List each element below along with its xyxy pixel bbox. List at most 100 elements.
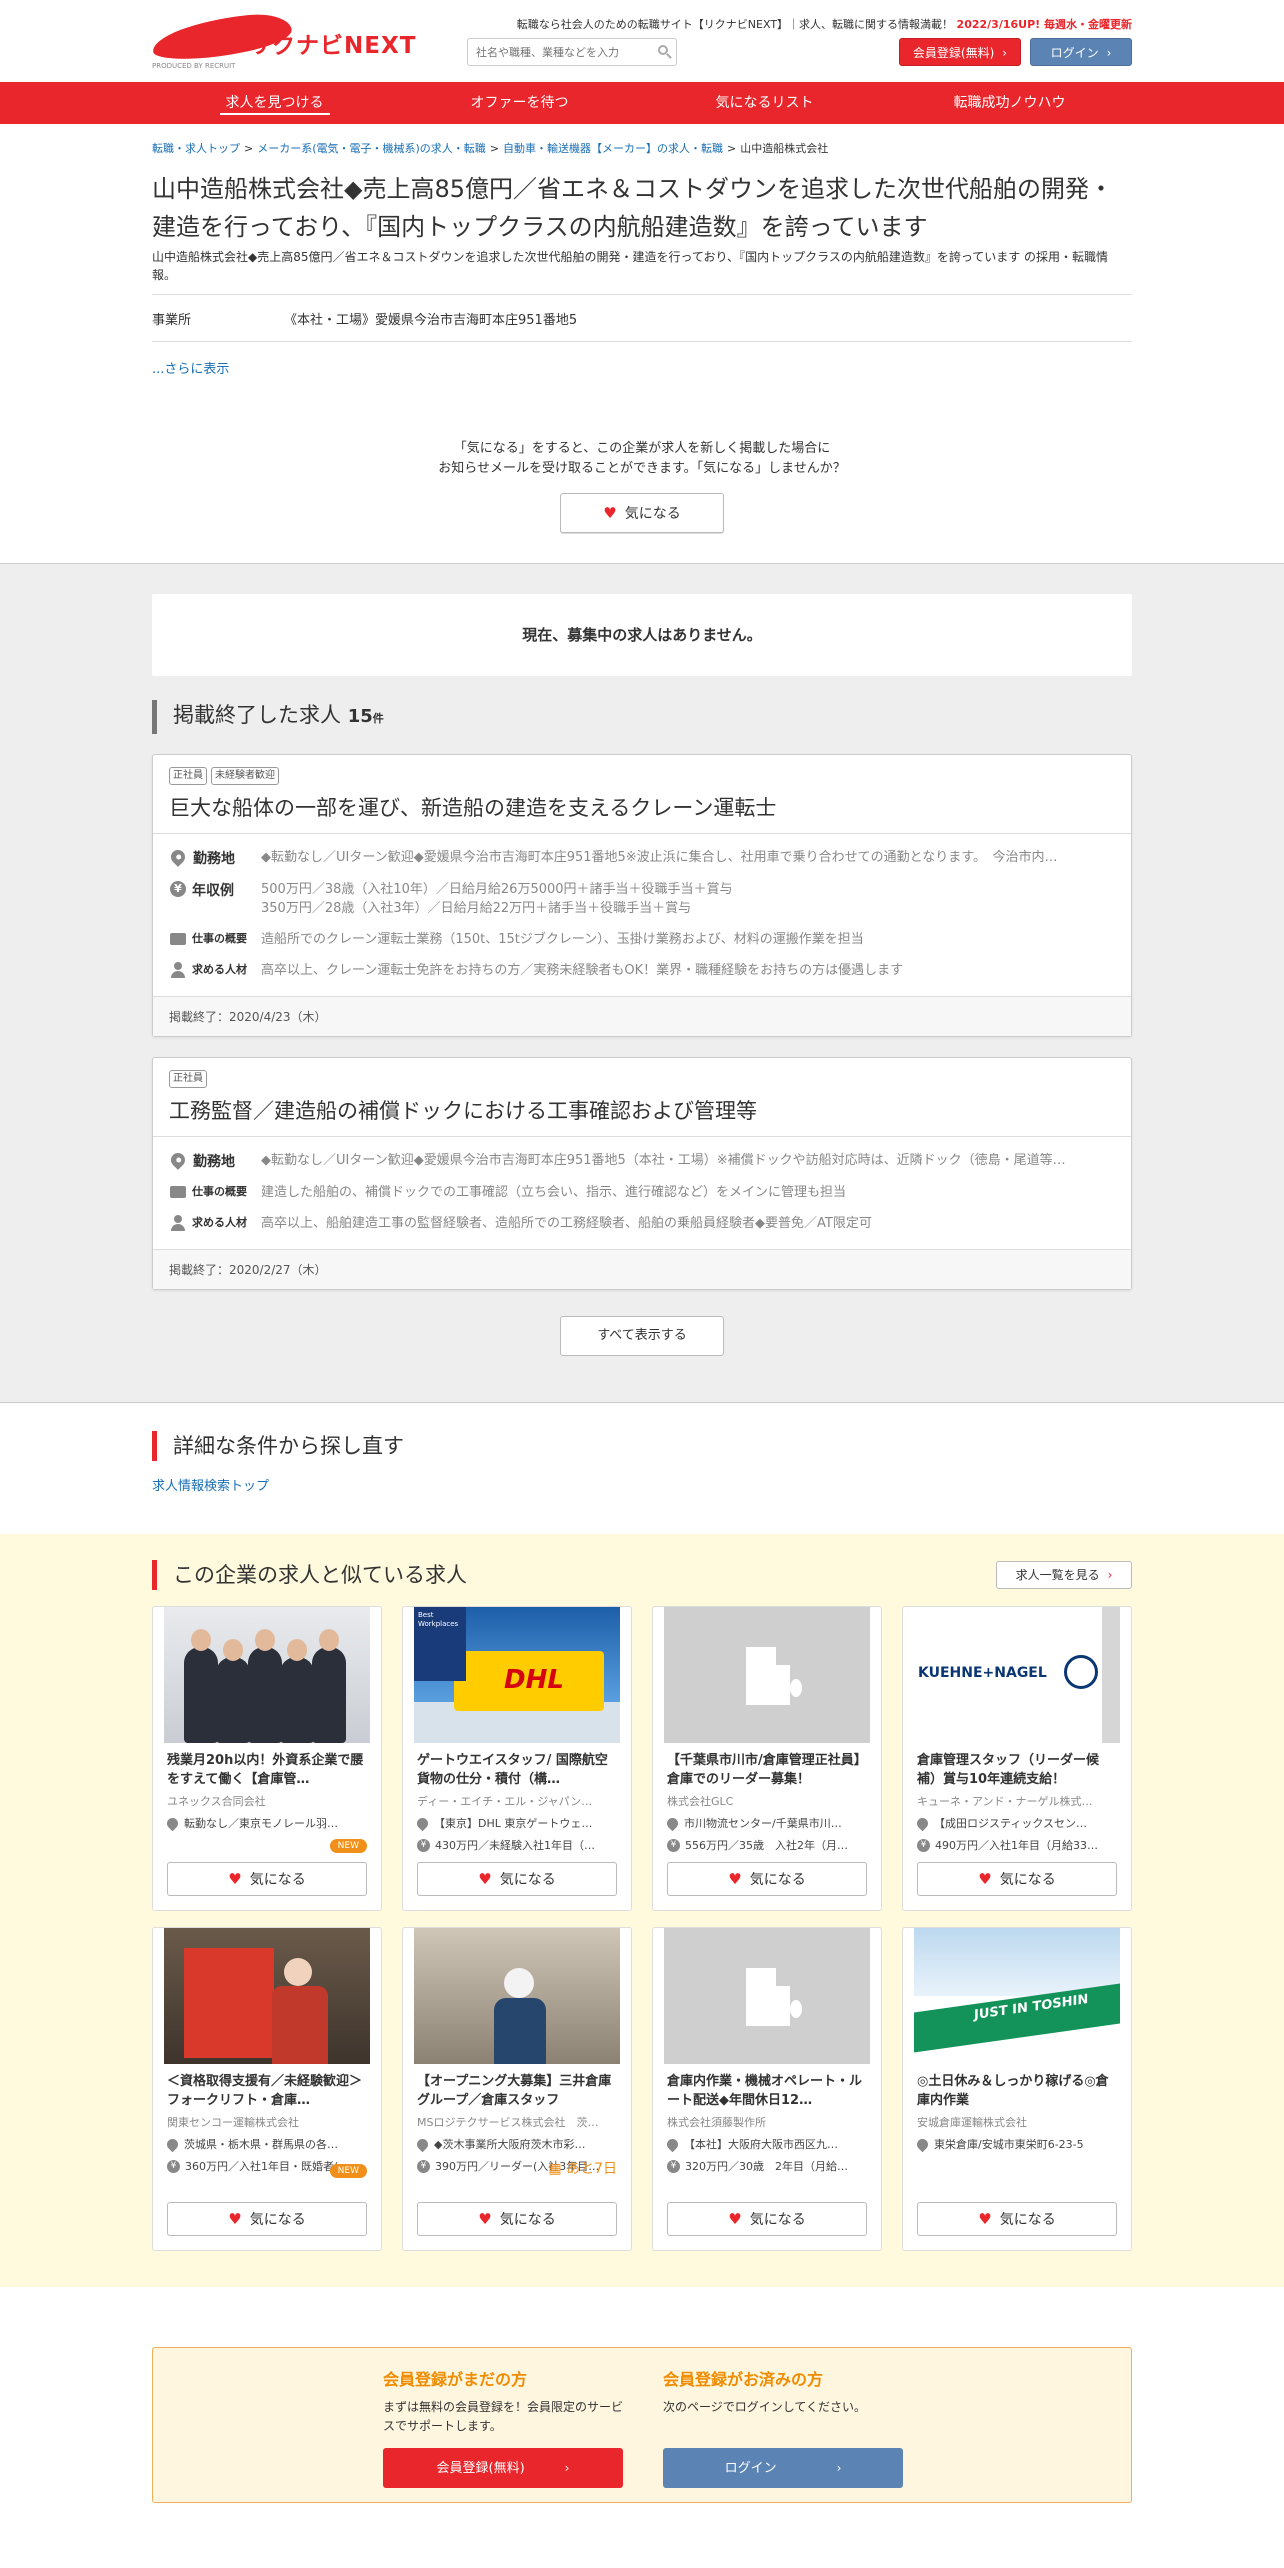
tagline-text: 転職なら社会人のための転職サイト【リクナビNEXT】｜求人、転職に関する情報満載…: [516, 18, 954, 31]
similar-job-card[interactable]: 残業月20h以内！外資系企業で腰をすえて働く【倉庫管… ユネックス合同会社 転勤なし…: [152, 1606, 382, 1911]
job-salary: 500万円／38歳（入社10年）／日給月給26万5000円＋諸手当＋役職手当＋賞…: [261, 882, 733, 897]
breadcrumb-link[interactable]: メーカー系(電気・電子・機械系)の求人・転職: [257, 142, 486, 155]
ended-job-card[interactable]: 正社員 未経験者歓迎 巨大な船体の一部を運び、新造船の建造を支えるクレーン運転士 …: [152, 754, 1132, 1037]
job-title[interactable]: 工務監督／建造船の補償ドックにおける工事確認および管理等: [169, 1096, 1115, 1126]
similar-job-title[interactable]: 【オープニング大募集】三井倉庫グループ／倉庫スタッフ: [403, 2072, 631, 2110]
ended-job-card[interactable]: 正社員 工務監督／建造船の補償ドックにおける工事確認および管理等 勤務地 ◆転勤な…: [152, 1057, 1132, 1290]
similar-job-card[interactable]: 【千葉県市川市/倉庫管理正社員】倉庫でのリーダー募集！ 株式会社GLC 市川物流セン…: [652, 1606, 882, 1911]
breadcrumb: 転職・求人トップ > メーカー系(電気・電子・機械系)の求人・転職 > 自動車・輸送機器…: [152, 142, 829, 155]
search-top-link[interactable]: 求人情報検索トップ: [152, 1475, 1132, 1494]
job-thumbnail[interactable]: DHL Best Workplaces: [414, 1607, 620, 1743]
favorite-job-button[interactable]: ♥ 気になる: [667, 2202, 867, 2236]
similar-job-salary: 490万円／入社1年目（月給33…: [935, 1839, 1098, 1852]
search-box: [467, 38, 677, 66]
nav-label: オファーを待つ: [470, 95, 569, 111]
similar-job-location: 市川物流センター/千葉県市川…: [684, 1817, 842, 1830]
job-tag: 正社員: [169, 1070, 207, 1088]
yen-icon: ¥: [917, 1838, 930, 1852]
similar-job-card[interactable]: JUST IN TOSHIN ◎土日休み＆しっかり稼げる◎倉庫内作業 安城倉庫運輸株…: [902, 1927, 1132, 2251]
nav-knowhow[interactable]: 転職成功ノウハウ: [887, 82, 1132, 124]
nav-find-jobs[interactable]: 求人を見つける: [152, 82, 397, 124]
favorite-company-button[interactable]: ♥ 気になる: [560, 493, 724, 533]
heart-icon: ♥: [978, 2210, 992, 2228]
search-input[interactable]: [468, 39, 648, 65]
similar-job-title[interactable]: 【千葉県市川市/倉庫管理正社員】倉庫でのリーダー募集！: [653, 1751, 881, 1789]
new-badge: NEW: [329, 2164, 367, 2178]
search-icon[interactable]: [658, 45, 668, 55]
similar-job-salary: 556万円／35歳 入社2年（月…: [685, 1839, 848, 1852]
show-all-button[interactable]: すべて表示する: [560, 1316, 724, 1356]
kuehne-nagel-logo-text: KUEHNE+NAGEL: [918, 1665, 1047, 1681]
favorite-label: 気になる: [249, 1872, 306, 1888]
job-list-label: 求人一覧を見る: [1015, 1568, 1100, 1582]
yen-icon: ¥: [667, 2159, 680, 2173]
breadcrumb-link[interactable]: 転職・求人トップ: [152, 142, 240, 155]
similar-job-title[interactable]: 倉庫内作業・機械オペレート・ルート配送◆年間休日12…: [653, 2072, 881, 2110]
job-thumbnail[interactable]: [664, 1928, 870, 2064]
favorite-job-button[interactable]: ♥ 気になる: [167, 2202, 367, 2236]
work-label: 仕事の概要: [192, 932, 247, 945]
similar-job-title[interactable]: 残業月20h以内！外資系企業で腰をすえて働く【倉庫管…: [153, 1751, 381, 1789]
similar-job-card[interactable]: 倉庫内作業・機械オペレート・ルート配送◆年間休日12… 株式会社須藤製作所 【本社】…: [652, 1927, 882, 2251]
similar-job-company: ディー・エイチ・エル・ジャパン…: [417, 1795, 593, 1808]
similar-jobs-grid: 残業月20h以内！外資系企業で腰をすえて働く【倉庫管… ユネックス合同会社 転勤なし…: [152, 1606, 1132, 2251]
favorite-job-button[interactable]: ♥ 気になる: [917, 1862, 1117, 1896]
similar-job-title[interactable]: 倉庫管理スタッフ（リーダー候補）賞与10年連続支給！: [903, 1751, 1131, 1789]
job-thumbnail[interactable]: [414, 1928, 620, 2064]
best-workplaces-badge: Best Workplaces: [418, 1611, 459, 1628]
similar-job-location: 東栄倉庫/安城市東栄町6-23-5: [934, 2138, 1084, 2151]
search-again-title: 詳細な条件から探し直す: [152, 1431, 1132, 1461]
job-work: 建造した船舶の、補償ドックでの工事確認（立ち会い、指示、進行確認など）をメインに…: [261, 1185, 847, 1200]
job-thumbnail[interactable]: JUST IN TOSHIN: [914, 1928, 1120, 2064]
job-thumbnail[interactable]: [164, 1928, 370, 2064]
heart-icon: ♥: [228, 2210, 242, 2228]
office-value: 《本社・工場》愛媛県今治市吉海町本庄951番地5: [284, 312, 578, 328]
ended-jobs-unit: 件: [372, 712, 384, 725]
register-button[interactable]: 会員登録(無料) ›: [899, 38, 1021, 66]
favorite-job-button[interactable]: ♥ 気になる: [417, 1862, 617, 1896]
office-label: 事業所: [152, 312, 192, 328]
similar-job-salary: 430万円／未経験入社1年目（…: [435, 1839, 595, 1852]
show-more-link[interactable]: ...さらに表示: [152, 358, 1132, 377]
location-pin-icon: [914, 1815, 931, 1831]
login-button[interactable]: ログイン ›: [1030, 38, 1132, 66]
favorite-job-button[interactable]: ♥ 気になる: [167, 1862, 367, 1896]
nav-label: 転職成功ノウハウ: [953, 95, 1066, 111]
similar-job-location: ◆茨木事業所大阪府茨木市彩…: [434, 2138, 586, 2151]
location-pin-icon: [914, 2136, 931, 2152]
job-thumbnail[interactable]: KUEHNE+NAGEL: [914, 1607, 1120, 1743]
similar-job-title[interactable]: ◎土日休み＆しっかり稼げる◎倉庫内作業: [903, 2072, 1131, 2110]
heart-icon: ♥: [728, 2210, 742, 2228]
similar-job-company: キューネ・アンド・ナーゲル株式…: [917, 1795, 1093, 1808]
similar-job-location: 【東京】DHL 東京ゲートウェ…: [434, 1817, 593, 1830]
similar-job-location: 茨城県・栃木県・群馬県の各…: [184, 2138, 338, 2151]
login-label: ログイン: [1050, 46, 1099, 60]
nav-wait-offer[interactable]: オファーを待つ: [397, 82, 642, 124]
similar-job-card[interactable]: DHL Best Workplaces ゲートウエイスタッフ/ 国際航空貨物の仕分・…: [402, 1606, 632, 1911]
global-nav: 求人を見つける オファーを待つ 気になるリスト 転職成功ノウハウ: [0, 82, 1284, 124]
nav-favorites[interactable]: 気になるリスト: [642, 82, 887, 124]
register-free-button[interactable]: 会員登録(無料) ›: [383, 2448, 623, 2488]
job-thumbnail[interactable]: [164, 1607, 370, 1743]
requirement-label: 求める人材: [192, 1216, 247, 1229]
job-thumbnail[interactable]: [664, 1607, 870, 1743]
favorite-job-button[interactable]: ♥ 気になる: [667, 1862, 867, 1896]
dhl-logo-text: DHL: [504, 1665, 564, 1695]
job-ended-date: 掲載終了：2020/2/27（木）: [153, 1249, 1131, 1289]
existing-member-text: 次のページでログインしてください。: [663, 2400, 867, 2414]
similar-job-company: 株式会社須藤製作所: [667, 2116, 766, 2129]
similar-job-card[interactable]: KUEHNE+NAGEL 倉庫管理スタッフ（リーダー候補）賞与10年連続支給！ キュ…: [902, 1606, 1132, 1911]
job-title[interactable]: 巨大な船体の一部を運び、新造船の建造を支えるクレーン運転士: [169, 793, 1115, 823]
favorite-job-button[interactable]: ♥ 気になる: [917, 2202, 1117, 2236]
job-list-button[interactable]: 求人一覧を見る ›: [996, 1561, 1132, 1589]
similar-job-card[interactable]: ＜資格取得支援有／未経験歓迎＞フォークリフト・倉庫… 関東センコー運輸株式会社 茨城…: [152, 1927, 382, 2251]
site-logo[interactable]: リクナビNEXT PRODUCED BY RECRUIT: [150, 10, 415, 72]
favorite-job-button[interactable]: ♥ 気になる: [417, 2202, 617, 2236]
similar-job-title[interactable]: ＜資格取得支援有／未経験歓迎＞フォークリフト・倉庫…: [153, 2072, 381, 2110]
similar-job-title[interactable]: ゲートウエイスタッフ/ 国際航空貨物の仕分・積付（構…: [403, 1751, 631, 1789]
new-member-text: まずは無料の会員登録を！会員限定のサービスでサポートします。: [383, 2400, 624, 2433]
yen-icon: ¥: [170, 881, 186, 897]
breadcrumb-link[interactable]: 自動車・輸送機器【メーカー】の求人・転職: [503, 142, 723, 155]
similar-job-card[interactable]: 【オープニング大募集】三井倉庫グループ／倉庫スタッフ MSロジテクサービス株式会社…: [402, 1927, 632, 2251]
login-bottom-button[interactable]: ログイン ›: [663, 2448, 903, 2488]
